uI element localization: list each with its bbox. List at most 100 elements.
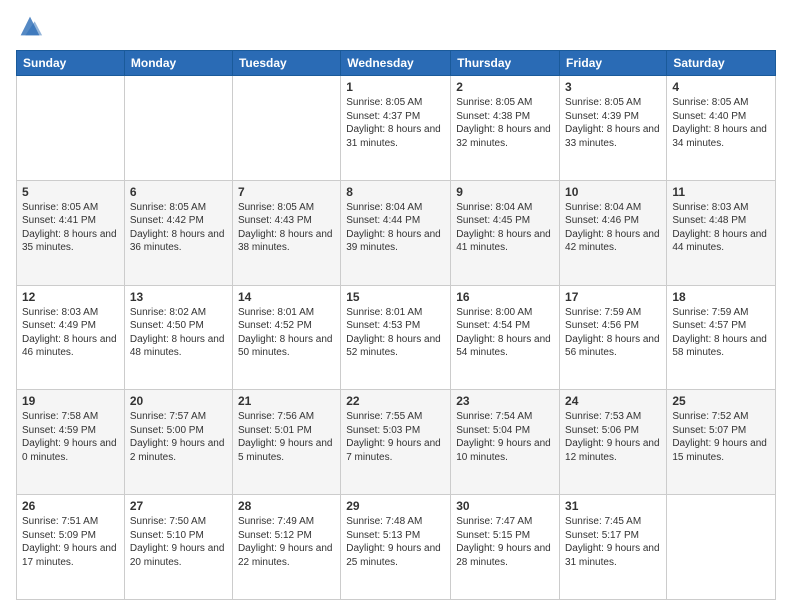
day-info: Sunrise: 7:59 AM Sunset: 4:56 PM Dayligh… — [565, 306, 661, 360]
day-info: Sunrise: 8:05 AM Sunset: 4:42 PM Dayligh… — [130, 201, 227, 255]
day-cell — [17, 76, 125, 181]
day-info: Sunrise: 7:54 AM Sunset: 5:04 PM Dayligh… — [456, 410, 554, 464]
day-header-monday: Monday — [124, 51, 232, 76]
day-cell: 2 Sunrise: 8:05 AM Sunset: 4:38 PM Daylig… — [451, 76, 560, 181]
week-row-5: 26 Sunrise: 7:51 AM Sunset: 5:09 PM Dayli… — [17, 495, 776, 600]
day-cell: 20 Sunrise: 7:57 AM Sunset: 5:00 PM Dayli… — [124, 390, 232, 495]
day-cell: 8 Sunrise: 8:04 AM Sunset: 4:44 PM Daylig… — [341, 180, 451, 285]
day-cell — [667, 495, 776, 600]
day-info: Sunrise: 8:05 AM Sunset: 4:41 PM Dayligh… — [22, 201, 119, 255]
week-row-3: 12 Sunrise: 8:03 AM Sunset: 4:49 PM Dayli… — [17, 285, 776, 390]
day-cell: 12 Sunrise: 8:03 AM Sunset: 4:49 PM Dayli… — [17, 285, 125, 390]
day-number: 27 — [130, 499, 227, 513]
day-info: Sunrise: 7:45 AM Sunset: 5:17 PM Dayligh… — [565, 515, 661, 569]
day-cell: 3Sunrise: 8:05 AM Sunset: 4:39 PM Daylig… — [560, 76, 667, 181]
day-info: Sunrise: 7:56 AM Sunset: 5:01 PM Dayligh… — [238, 410, 335, 464]
day-number: 24 — [565, 394, 661, 408]
day-info: Sunrise: 8:02 AM Sunset: 4:50 PM Dayligh… — [130, 306, 227, 360]
day-info: Sunrise: 8:05 AM Sunset: 4:43 PM Dayligh… — [238, 201, 335, 255]
day-header-saturday: Saturday — [667, 51, 776, 76]
day-number: 30 — [456, 499, 554, 513]
logo-icon — [16, 12, 44, 40]
day-number: 25 — [672, 394, 770, 408]
day-number: 12 — [22, 290, 119, 304]
logo — [16, 12, 48, 40]
day-number: 11 — [672, 185, 770, 199]
week-row-4: 19Sunrise: 7:58 AM Sunset: 4:59 PM Dayli… — [17, 390, 776, 495]
day-header-friday: Friday — [560, 51, 667, 76]
day-number: 13 — [130, 290, 227, 304]
day-number: 20 — [130, 394, 227, 408]
day-headers-row: SundayMondayTuesdayWednesdayThursdayFrid… — [17, 51, 776, 76]
day-number: 2 — [456, 80, 554, 94]
calendar-table: SundayMondayTuesdayWednesdayThursdayFrid… — [16, 50, 776, 600]
day-header-thursday: Thursday — [451, 51, 560, 76]
day-number: 8 — [346, 185, 445, 199]
day-info: Sunrise: 8:05 AM Sunset: 4:39 PM Dayligh… — [565, 96, 661, 150]
day-cell: 27 Sunrise: 7:50 AM Sunset: 5:10 PM Dayli… — [124, 495, 232, 600]
day-cell: 11Sunrise: 8:03 AM Sunset: 4:48 PM Dayli… — [667, 180, 776, 285]
day-number: 22 — [346, 394, 445, 408]
day-cell: 16Sunrise: 8:00 AM Sunset: 4:54 PM Dayli… — [451, 285, 560, 390]
day-number: 18 — [672, 290, 770, 304]
day-number: 14 — [238, 290, 335, 304]
day-number: 29 — [346, 499, 445, 513]
day-number: 16 — [456, 290, 554, 304]
week-row-1: 1 Sunrise: 8:05 AM Sunset: 4:37 PM Daylig… — [17, 76, 776, 181]
day-info: Sunrise: 8:05 AM Sunset: 4:38 PM Dayligh… — [456, 96, 554, 150]
day-number: 9 — [456, 185, 554, 199]
day-cell: 24Sunrise: 7:53 AM Sunset: 5:06 PM Dayli… — [560, 390, 667, 495]
day-info: Sunrise: 8:05 AM Sunset: 4:37 PM Dayligh… — [346, 96, 445, 150]
day-cell: 1 Sunrise: 8:05 AM Sunset: 4:37 PM Daylig… — [341, 76, 451, 181]
day-number: 31 — [565, 499, 661, 513]
day-cell: 31 Sunrise: 7:45 AM Sunset: 5:17 PM Dayli… — [560, 495, 667, 600]
day-cell: 10 Sunrise: 8:04 AM Sunset: 4:46 PM Dayli… — [560, 180, 667, 285]
day-cell: 15 Sunrise: 8:01 AM Sunset: 4:53 PM Dayli… — [341, 285, 451, 390]
day-cell — [232, 76, 340, 181]
day-info: Sunrise: 8:03 AM Sunset: 4:49 PM Dayligh… — [22, 306, 119, 360]
day-number: 28 — [238, 499, 335, 513]
day-cell: 14Sunrise: 8:01 AM Sunset: 4:52 PM Dayli… — [232, 285, 340, 390]
day-info: Sunrise: 7:57 AM Sunset: 5:00 PM Dayligh… — [130, 410, 227, 464]
day-number: 21 — [238, 394, 335, 408]
day-info: Sunrise: 8:04 AM Sunset: 4:44 PM Dayligh… — [346, 201, 445, 255]
day-info: Sunrise: 7:59 AM Sunset: 4:57 PM Dayligh… — [672, 306, 770, 360]
day-cell: 7 Sunrise: 8:05 AM Sunset: 4:43 PM Daylig… — [232, 180, 340, 285]
day-cell: 22 Sunrise: 7:55 AM Sunset: 5:03 PM Dayli… — [341, 390, 451, 495]
day-info: Sunrise: 7:51 AM Sunset: 5:09 PM Dayligh… — [22, 515, 119, 569]
day-info: Sunrise: 7:55 AM Sunset: 5:03 PM Dayligh… — [346, 410, 445, 464]
day-info: Sunrise: 8:05 AM Sunset: 4:40 PM Dayligh… — [672, 96, 770, 150]
day-cell: 23 Sunrise: 7:54 AM Sunset: 5:04 PM Dayli… — [451, 390, 560, 495]
day-cell: 4 Sunrise: 8:05 AM Sunset: 4:40 PM Daylig… — [667, 76, 776, 181]
day-info: Sunrise: 8:01 AM Sunset: 4:53 PM Dayligh… — [346, 306, 445, 360]
day-cell: 29 Sunrise: 7:48 AM Sunset: 5:13 PM Dayli… — [341, 495, 451, 600]
day-cell: 9 Sunrise: 8:04 AM Sunset: 4:45 PM Daylig… — [451, 180, 560, 285]
day-cell: 25 Sunrise: 7:52 AM Sunset: 5:07 PM Dayli… — [667, 390, 776, 495]
day-cell: 26 Sunrise: 7:51 AM Sunset: 5:09 PM Dayli… — [17, 495, 125, 600]
header — [16, 12, 776, 40]
day-cell: 28 Sunrise: 7:49 AM Sunset: 5:12 PM Dayli… — [232, 495, 340, 600]
day-number: 4 — [672, 80, 770, 94]
day-cell: 5 Sunrise: 8:05 AM Sunset: 4:41 PM Daylig… — [17, 180, 125, 285]
day-cell: 6Sunrise: 8:05 AM Sunset: 4:42 PM Daylig… — [124, 180, 232, 285]
day-info: Sunrise: 8:04 AM Sunset: 4:46 PM Dayligh… — [565, 201, 661, 255]
day-info: Sunrise: 7:52 AM Sunset: 5:07 PM Dayligh… — [672, 410, 770, 464]
day-number: 15 — [346, 290, 445, 304]
day-cell: 17Sunrise: 7:59 AM Sunset: 4:56 PM Dayli… — [560, 285, 667, 390]
day-cell: 18 Sunrise: 7:59 AM Sunset: 4:57 PM Dayli… — [667, 285, 776, 390]
day-info: Sunrise: 8:04 AM Sunset: 4:45 PM Dayligh… — [456, 201, 554, 255]
day-info: Sunrise: 7:50 AM Sunset: 5:10 PM Dayligh… — [130, 515, 227, 569]
day-number: 7 — [238, 185, 335, 199]
day-header-wednesday: Wednesday — [341, 51, 451, 76]
day-cell: 21 Sunrise: 7:56 AM Sunset: 5:01 PM Dayli… — [232, 390, 340, 495]
day-number: 5 — [22, 185, 119, 199]
day-number: 19 — [22, 394, 119, 408]
day-number: 1 — [346, 80, 445, 94]
day-cell: 19Sunrise: 7:58 AM Sunset: 4:59 PM Dayli… — [17, 390, 125, 495]
day-number: 26 — [22, 499, 119, 513]
day-number: 10 — [565, 185, 661, 199]
day-number: 23 — [456, 394, 554, 408]
week-row-2: 5 Sunrise: 8:05 AM Sunset: 4:41 PM Daylig… — [17, 180, 776, 285]
day-info: Sunrise: 7:48 AM Sunset: 5:13 PM Dayligh… — [346, 515, 445, 569]
day-info: Sunrise: 7:49 AM Sunset: 5:12 PM Dayligh… — [238, 515, 335, 569]
